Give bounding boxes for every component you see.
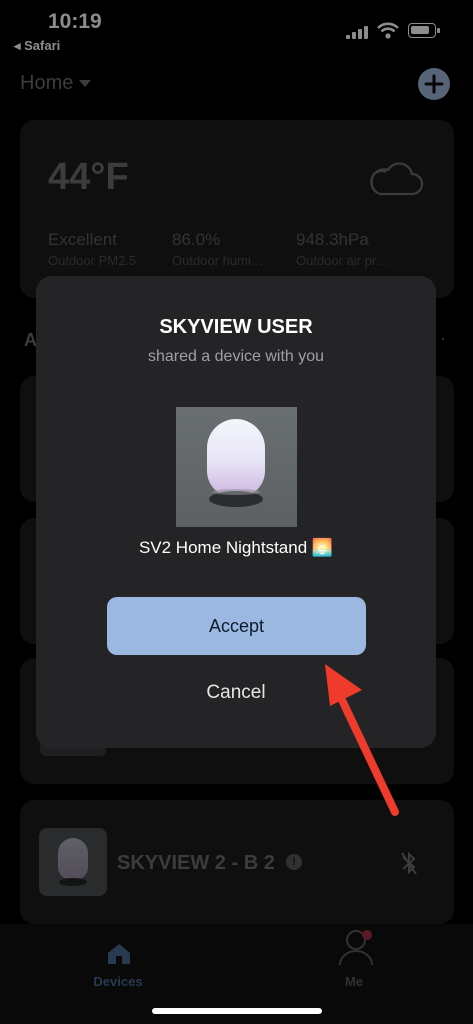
shared-device-name: SV2 Home Nightstand 🌅	[138, 538, 334, 557]
accept-button[interactable]: Accept	[107, 597, 366, 655]
device-image	[176, 407, 297, 527]
annotation-arrow-icon	[325, 664, 399, 816]
home-indicator[interactable]	[152, 1008, 322, 1014]
dialog-title: SKYVIEW USER	[159, 316, 313, 338]
dialog-subtitle: shared a device with you	[147, 348, 325, 365]
